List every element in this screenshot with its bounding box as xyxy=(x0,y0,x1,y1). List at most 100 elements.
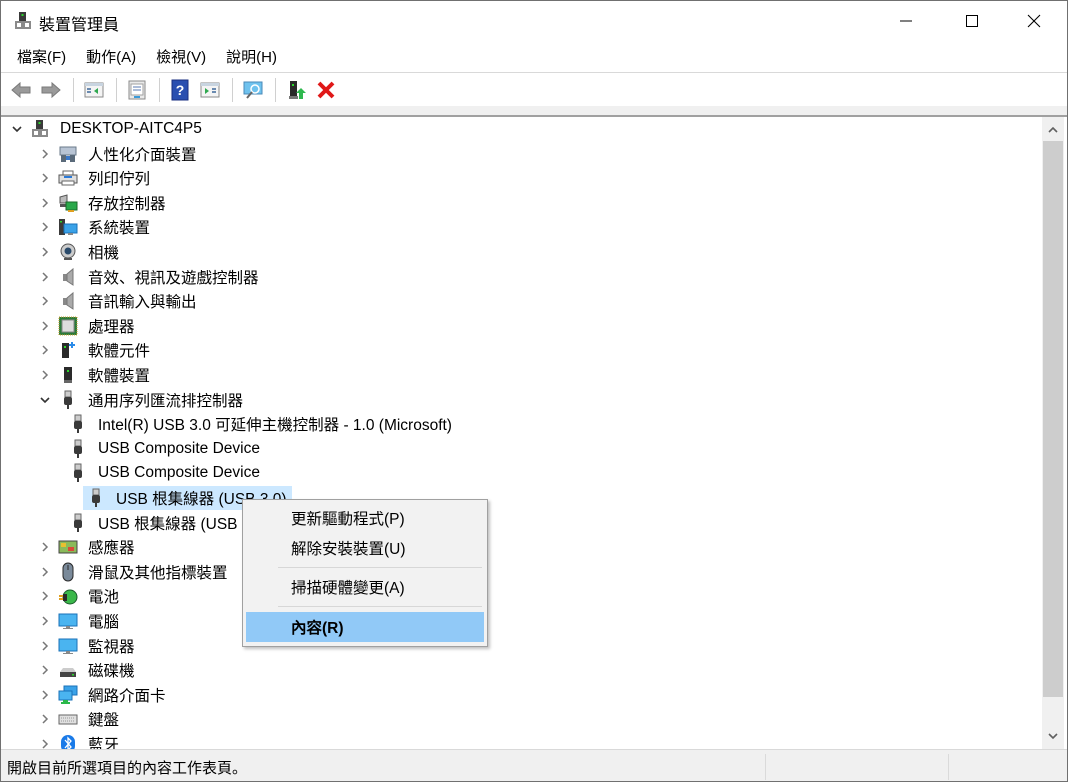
tree-category-label: 音效、視訊及遊戲控制器 xyxy=(88,269,259,287)
keyboard-icon xyxy=(57,708,79,730)
properties-button[interactable] xyxy=(123,77,151,103)
tree-category[interactable]: 藍牙 xyxy=(37,732,124,749)
menu-help[interactable]: 說明(H) xyxy=(216,42,287,71)
vertical-scrollbar[interactable] xyxy=(1042,117,1064,749)
tree-category[interactable]: 網路介面卡 xyxy=(37,683,171,707)
tree-device[interactable]: USB Composite Device xyxy=(63,461,265,485)
tree-category-expanded[interactable]: 通用序列匯流排控制器 xyxy=(37,388,248,412)
chevron-right-icon[interactable] xyxy=(37,634,53,658)
back-button[interactable] xyxy=(7,77,35,103)
update-driver-button[interactable] xyxy=(282,77,310,103)
chevron-right-icon[interactable] xyxy=(37,584,53,608)
usb-plug-icon xyxy=(67,512,89,534)
tree-category-label: 人性化介面裝置 xyxy=(88,146,197,164)
tree-category[interactable]: 列印佇列 xyxy=(37,166,155,190)
scroll-thumb[interactable] xyxy=(1043,141,1063,697)
chevron-right-icon[interactable] xyxy=(37,240,53,264)
tree-device[interactable]: Intel(R) USB 3.0 可延伸主機控制器 - 1.0 (Microso… xyxy=(63,412,457,436)
maximize-button[interactable] xyxy=(939,1,1005,41)
arrow-right-icon xyxy=(41,81,61,99)
chevron-right-icon[interactable] xyxy=(37,535,53,559)
maximize-icon xyxy=(966,15,978,27)
monitor-icon xyxy=(57,635,79,657)
chevron-right-icon[interactable] xyxy=(37,142,53,166)
tree-category[interactable]: 人性化介面裝置 xyxy=(37,142,202,166)
tree-category[interactable]: 鍵盤 xyxy=(37,707,124,731)
toolbar-separator xyxy=(159,78,160,102)
tree-category[interactable]: 磁碟機 xyxy=(37,658,140,682)
status-divider xyxy=(765,754,766,780)
context-scan-hardware[interactable]: 掃描硬體變更(A) xyxy=(246,572,484,602)
usb-plug-icon xyxy=(67,462,89,484)
chevron-up-icon xyxy=(1048,126,1058,133)
menu-action[interactable]: 動作(A) xyxy=(76,42,146,71)
tree-category-label: 存放控制器 xyxy=(88,195,166,213)
context-properties[interactable]: 內容(R) xyxy=(246,612,484,642)
tree-category[interactable]: 電腦 xyxy=(37,609,124,633)
scan-hardware-button[interactable] xyxy=(239,77,267,103)
tree-category-label: 網路介面卡 xyxy=(88,687,166,705)
chevron-right-icon[interactable] xyxy=(37,314,53,338)
tree-category[interactable]: 存放控制器 xyxy=(37,191,171,215)
status-bar: 開啟目前所選項目的內容工作表頁。 xyxy=(1,749,1067,781)
tree-category[interactable]: 感應器 xyxy=(37,535,140,559)
chevron-right-icon[interactable] xyxy=(37,215,53,239)
chevron-right-icon[interactable] xyxy=(37,658,53,682)
help-button[interactable]: ? xyxy=(166,77,194,103)
chevron-right-icon[interactable] xyxy=(37,289,53,313)
status-text: 開啟目前所選項目的內容工作表頁。 xyxy=(7,760,248,777)
tree-device[interactable]: USB Composite Device xyxy=(63,437,265,461)
svg-text:?: ? xyxy=(176,82,185,98)
usb-plug-icon xyxy=(85,487,107,509)
chevron-right-icon[interactable] xyxy=(37,683,53,707)
chevron-down-icon[interactable] xyxy=(9,117,25,141)
tree-category-label: 軟體裝置 xyxy=(88,368,151,385)
context-uninstall-device[interactable]: 解除安裝裝置(U) xyxy=(246,533,484,563)
title-bar: 裝置管理員 xyxy=(1,1,1067,41)
toolbar-separator xyxy=(275,78,276,102)
tree-root[interactable]: DESKTOP-AITC4P5 xyxy=(9,117,207,141)
tree-category[interactable]: 音訊輸入與輸出 xyxy=(37,289,202,313)
chevron-right-icon[interactable] xyxy=(37,609,53,633)
network-adapter-icon xyxy=(57,684,79,706)
device-manager-icon xyxy=(13,11,33,31)
chevron-right-icon[interactable] xyxy=(37,707,53,731)
tree-category[interactable]: 監視器 xyxy=(37,634,140,658)
chevron-right-icon[interactable] xyxy=(37,338,53,362)
chevron-right-icon[interactable] xyxy=(37,560,53,584)
console-tree-button[interactable] xyxy=(80,77,108,103)
tree-category-label: 電池 xyxy=(88,589,120,607)
tree-category[interactable]: 音效、視訊及遊戲控制器 xyxy=(37,265,264,289)
chevron-right-icon[interactable] xyxy=(37,166,53,190)
context-update-driver[interactable]: 更新驅動程式(P) xyxy=(246,503,484,533)
chevron-right-icon[interactable] xyxy=(37,363,53,387)
menu-view[interactable]: 檢視(V) xyxy=(146,42,216,71)
tree-category[interactable]: 相機 xyxy=(37,240,124,264)
chevron-right-icon[interactable] xyxy=(37,732,53,749)
uninstall-button[interactable] xyxy=(312,77,340,103)
forward-button[interactable] xyxy=(37,77,65,103)
storage-controller-icon xyxy=(57,192,79,214)
battery-icon xyxy=(57,585,79,607)
disk-drive-icon xyxy=(57,659,79,681)
minimize-button[interactable] xyxy=(873,1,939,41)
tree-category[interactable]: 電池 xyxy=(37,584,124,608)
tree-category-label: 音訊輸入與輸出 xyxy=(88,294,197,312)
scroll-up-button[interactable] xyxy=(1042,119,1064,141)
chevron-down-icon[interactable] xyxy=(37,388,53,412)
system-device-icon xyxy=(57,216,79,238)
tree-category[interactable]: 滑鼠及其他指標裝置 xyxy=(37,560,233,584)
chevron-right-icon[interactable] xyxy=(37,191,53,215)
speaker-icon xyxy=(57,290,79,312)
tree-category[interactable]: 軟體元件 xyxy=(37,338,155,362)
menu-file[interactable]: 檔案(F) xyxy=(7,42,76,71)
device-tree: DESKTOP-AITC4P5 人性化介面裝置 列印佇列 存放控制器 系統裝置 … xyxy=(1,117,1042,749)
tree-category[interactable]: 系統裝置 xyxy=(37,215,155,239)
chevron-right-icon[interactable] xyxy=(37,265,53,289)
close-button[interactable] xyxy=(1001,1,1067,41)
tree-category[interactable]: 處理器 xyxy=(37,314,140,338)
scroll-down-button[interactable] xyxy=(1042,725,1064,747)
tree-category[interactable]: 軟體裝置 xyxy=(37,363,155,387)
action-pane-button[interactable] xyxy=(196,77,224,103)
properties-sheet-icon xyxy=(128,80,146,100)
